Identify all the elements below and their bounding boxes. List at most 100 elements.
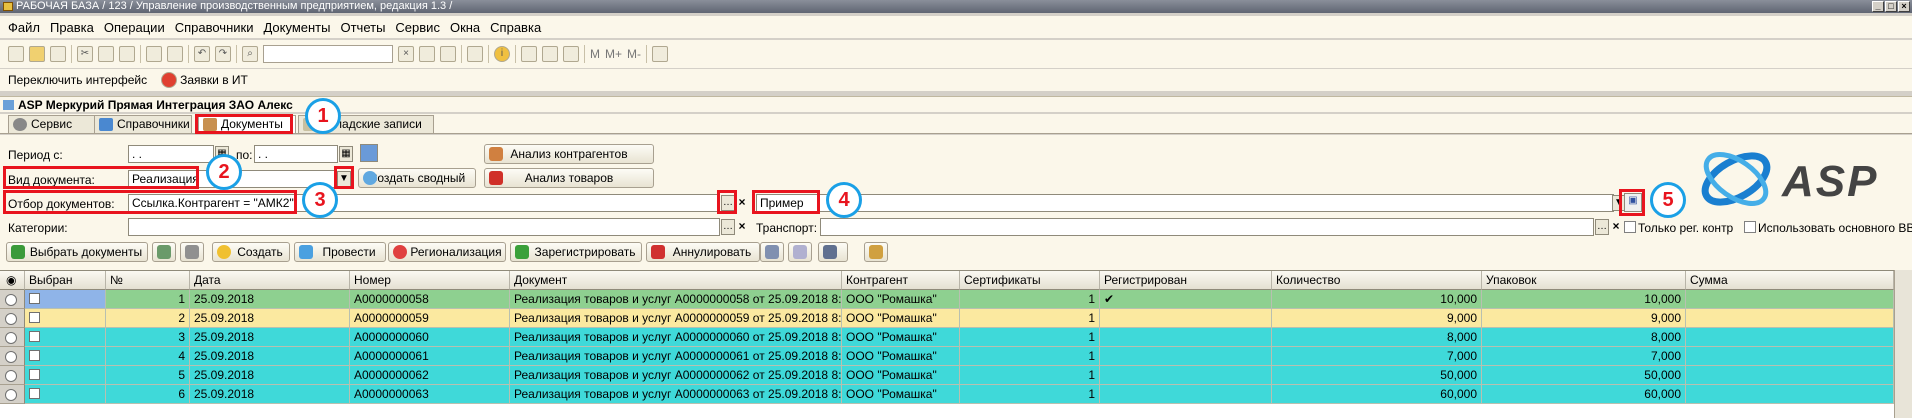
find-prev-icon[interactable] — [440, 46, 456, 62]
find-next-icon[interactable] — [419, 46, 435, 62]
period-from-input[interactable]: . . — [128, 145, 214, 163]
table-row[interactable]: 3 25.09.2018 А0000000060 Реализация товаров… — [25, 328, 1894, 347]
maximize-button[interactable]: □ — [1885, 1, 1897, 12]
menu-documents[interactable]: Документы — [263, 20, 330, 35]
preset-input[interactable]: Пример — [756, 194, 1614, 212]
cancel-button[interactable]: Аннулировать — [646, 242, 760, 262]
row-checkbox[interactable] — [29, 388, 40, 399]
menu-file[interactable]: Файл — [8, 20, 40, 35]
column-header-number[interactable]: № — [106, 271, 190, 290]
period-to-input[interactable]: . . — [254, 145, 338, 163]
column-header-selected[interactable]: Выбран — [25, 271, 106, 290]
row-radio[interactable] — [5, 370, 17, 382]
row-select-cell[interactable] — [25, 309, 106, 328]
tab-service[interactable]: Сервис — [8, 115, 100, 133]
paste-icon[interactable] — [119, 46, 135, 62]
calculator-icon[interactable] — [521, 46, 537, 62]
column-header-document[interactable]: Документ — [510, 271, 842, 290]
row-checkbox[interactable] — [29, 293, 40, 304]
close-button[interactable]: × — [1898, 1, 1910, 12]
refresh-button[interactable] — [152, 242, 176, 262]
menu-edit[interactable]: Правка — [50, 20, 94, 35]
row-checkbox[interactable] — [29, 369, 40, 380]
settings-button[interactable] — [864, 242, 888, 262]
minimize-button[interactable]: _ — [1872, 1, 1884, 12]
memory-minus-button[interactable]: M- — [627, 47, 641, 61]
menu-catalogs[interactable]: Справочники — [175, 20, 254, 35]
row-marker[interactable] — [0, 309, 25, 328]
register-button[interactable]: Зарегистрировать — [510, 242, 642, 262]
row-radio[interactable] — [5, 313, 17, 325]
transport-select-button[interactable]: … — [1595, 219, 1609, 235]
row-marker[interactable] — [0, 385, 25, 404]
categories-select-button[interactable]: … — [721, 219, 735, 235]
row-select-cell[interactable] — [25, 385, 106, 404]
delete-button[interactable] — [760, 242, 784, 262]
clear-icon[interactable]: × — [398, 46, 414, 62]
select-all-header[interactable]: ◉ — [0, 271, 25, 290]
copy-icon[interactable] — [98, 46, 114, 62]
filter-clear-icon[interactable]: × — [736, 196, 748, 210]
row-radio[interactable] — [5, 389, 17, 401]
column-header-doc-number[interactable]: Номер — [350, 271, 510, 290]
row-radio[interactable] — [5, 332, 17, 344]
table-row[interactable]: 5 25.09.2018 А0000000062 Реализация товаров… — [25, 366, 1894, 385]
row-radio[interactable] — [5, 294, 17, 306]
undo-icon[interactable]: ↶ — [194, 46, 210, 62]
table-row[interactable]: 2 25.09.2018 А0000000059 Реализация товаров… — [25, 309, 1894, 328]
menu-operations[interactable]: Операции — [104, 20, 165, 35]
row-marker[interactable] — [0, 328, 25, 347]
row-marker[interactable] — [0, 290, 25, 309]
row-checkbox[interactable] — [29, 331, 40, 342]
windows-icon[interactable] — [467, 46, 483, 62]
transport-clear-icon[interactable]: × — [1610, 220, 1622, 234]
menu-help[interactable]: Справка — [490, 20, 541, 35]
categories-clear-icon[interactable]: × — [736, 220, 748, 234]
column-header-contractor[interactable]: Контрагент — [842, 271, 960, 290]
tab-catalogs[interactable]: Справочники — [94, 115, 192, 133]
print-icon[interactable] — [146, 46, 162, 62]
print-button[interactable] — [818, 242, 848, 262]
row-checkbox[interactable] — [29, 350, 40, 361]
row-checkbox[interactable] — [29, 312, 40, 323]
only-reg-checkbox[interactable] — [1624, 221, 1636, 233]
switch-interface-button[interactable]: Переключить интерфейс — [8, 73, 147, 87]
it-requests-button[interactable]: Заявки в ИТ — [180, 73, 248, 87]
column-header-date[interactable]: Дата — [190, 271, 350, 290]
period-select-icon[interactable] — [360, 144, 378, 162]
table-icon[interactable] — [563, 46, 579, 62]
new-doc-icon[interactable] — [8, 46, 24, 62]
cut-icon[interactable]: ✂ — [77, 46, 93, 62]
search-icon[interactable]: ⌕ — [242, 46, 258, 62]
row-select-cell[interactable] — [25, 290, 106, 309]
memory-button[interactable]: M — [590, 47, 600, 61]
regionalize-button[interactable]: Регионализация — [388, 242, 506, 262]
menu-windows[interactable]: Окна — [450, 20, 480, 35]
grid-vertical-scrollbar[interactable] — [1894, 270, 1912, 418]
select-documents-button[interactable]: Выбрать документы — [6, 242, 148, 262]
row-marker[interactable] — [0, 347, 25, 366]
copy-button[interactable] — [180, 242, 204, 262]
create-button[interactable]: Создать — [212, 242, 290, 262]
categories-input[interactable] — [128, 218, 720, 236]
contractors-analysis-button[interactable]: Анализ контрагентов — [484, 144, 654, 164]
tools-icon[interactable] — [652, 46, 669, 62]
goods-analysis-button[interactable]: Анализ товаров — [484, 168, 654, 188]
use-main-checkbox[interactable] — [1744, 221, 1756, 233]
table-row[interactable]: 1 25.09.2018 А0000000058 Реализация товаров… — [25, 290, 1894, 309]
menu-reports[interactable]: Отчеты — [340, 20, 385, 35]
open-folder-icon[interactable] — [29, 46, 45, 62]
row-radio[interactable] — [5, 351, 17, 363]
create-summary-button[interactable]: Создать сводный — [358, 168, 476, 188]
column-header-registered[interactable]: Регистрирован — [1100, 271, 1272, 290]
row-marker[interactable] — [0, 366, 25, 385]
table-row[interactable]: 6 25.09.2018 А0000000063 Реализация товаров… — [25, 385, 1894, 404]
transport-input[interactable] — [820, 218, 1594, 236]
search-combo[interactable] — [263, 45, 393, 63]
column-header-certificates[interactable]: Сертификаты — [960, 271, 1100, 290]
preview-icon[interactable] — [167, 46, 183, 62]
row-select-cell[interactable] — [25, 347, 106, 366]
row-select-cell[interactable] — [25, 366, 106, 385]
post-button[interactable]: Провести — [294, 242, 386, 262]
column-header-quantity[interactable]: Количество — [1272, 271, 1482, 290]
